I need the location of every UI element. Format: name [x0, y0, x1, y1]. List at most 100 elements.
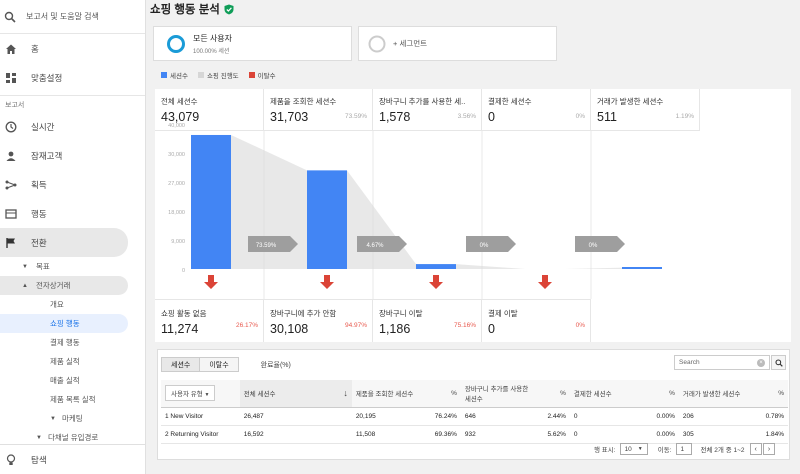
- sidebar-item-behavior[interactable]: 행동: [0, 199, 145, 228]
- sidebar-item-discover[interactable]: 탐색: [0, 444, 145, 474]
- legend-abandon: 쇼핑 진행도: [197, 70, 239, 80]
- tab-exits[interactable]: 이탈수: [200, 357, 239, 372]
- abandon-label: 장바구니 이탈: [379, 309, 423, 318]
- col-pct-2[interactable]: %: [533, 380, 570, 408]
- sidebar-item-product-performance[interactable]: 제품 실적: [0, 352, 145, 371]
- col-pct-4[interactable]: %: [751, 380, 788, 408]
- table-body: 1 New Visitor 26,487 20,195 76.24% 646 2.44% 0…: [161, 407, 788, 444]
- verified-shield-icon: [224, 4, 234, 14]
- segment-ring-icon: [167, 34, 185, 53]
- page-range: 전체 2개 중 1~2: [700, 447, 745, 454]
- table-cell: 26,487: [239, 407, 352, 426]
- sidebar-item-custom[interactable]: 맞춤설정: [0, 63, 145, 92]
- abandon-label: 결제 이탈: [488, 309, 518, 318]
- step-label: 거래가 발생한 세션수: [597, 97, 664, 106]
- user-type-cell[interactable]: 1 New Visitor: [161, 407, 240, 426]
- table-cell: 305: [678, 425, 752, 444]
- sidebar-item-realtime[interactable]: 실시간: [0, 112, 145, 141]
- sidebar-label: 행동: [31, 208, 47, 219]
- sidebar-label: 전자상거래: [35, 281, 71, 290]
- search-button[interactable]: [771, 355, 786, 370]
- tab-sessions[interactable]: 세션수: [161, 357, 201, 372]
- col-add-to-cart[interactable]: 장바구니 추가를 사용한 세션수: [460, 380, 534, 408]
- sidebar-search[interactable]: 보고서 및 도움말 검색: [0, 0, 145, 34]
- user-type-cell[interactable]: 2 Returning Visitor: [161, 425, 240, 444]
- tab-completion-rate[interactable]: 완료율(%): [261, 360, 291, 370]
- table-cell: 0: [569, 407, 643, 426]
- col-label: 전체 세션수: [243, 391, 276, 399]
- sidebar-item-acquisition[interactable]: 획득: [0, 170, 145, 199]
- step-pct: 73.59%: [344, 113, 367, 120]
- table-row[interactable]: 1 New Visitor 26,487 20,195 76.24% 646 2.44% 0…: [161, 407, 788, 426]
- table-cell: 0.78%: [751, 407, 788, 426]
- y-tick-label: 30,000: [168, 152, 185, 158]
- sidebar-item-shopping-behavior[interactable]: 쇼핑 행동: [0, 314, 128, 333]
- progress-arrow-label: 4.67%: [366, 243, 384, 249]
- sidebar-item-ecommerce[interactable]: ▲ 전자상거래: [0, 276, 128, 295]
- step-label: 전체 세션수: [161, 97, 198, 106]
- table-cell: 646: [460, 407, 534, 426]
- pagination: 행 표시: 10 ▼ 이동: 1 전체 2개 중 1~2 ‹ ›: [594, 443, 776, 455]
- sidebar-item-marketing[interactable]: ▼ 마케팅: [0, 409, 145, 428]
- progress-arrow-label: 73.59%: [256, 243, 277, 249]
- sidebar-item-overview[interactable]: 개요: [0, 295, 145, 314]
- abandon-flow: [347, 170, 416, 269]
- col-transactions[interactable]: 거래가 발생한 세션수: [678, 380, 752, 408]
- progress-arrow: [466, 236, 516, 252]
- expand-icon: ▼: [50, 415, 56, 422]
- funnel-abandon: 장바구니 이탈 1,186 75.16%: [373, 299, 482, 342]
- col-label: 사용자 유형: [171, 391, 203, 399]
- sidebar-item-sales-performance[interactable]: 매출 실적: [0, 371, 145, 390]
- sidebar-item-audience[interactable]: 잠재고객: [0, 141, 145, 170]
- add-segment-button[interactable]: + 세그먼트: [358, 26, 557, 61]
- search-icon: [4, 11, 16, 23]
- page-title: 쇼핑 행동 분석: [150, 1, 234, 17]
- sidebar-item-product-list[interactable]: 제품 목록 실적: [0, 390, 145, 409]
- goto-input[interactable]: 1: [675, 443, 692, 455]
- search-input[interactable]: Search ×: [674, 355, 770, 370]
- table-header-row: 사용자 유형 ▼ 전체 세션수 ↓ 제품을 조회한 세션수 % 장바구니 추가를 …: [161, 380, 788, 408]
- segment-all-users[interactable]: 모든 사용자 100.00% 세션: [153, 26, 352, 61]
- abandon-flow: [456, 264, 525, 269]
- rows-select[interactable]: 10 ▼: [619, 443, 648, 455]
- abandon-pct: 94.97%: [344, 322, 367, 329]
- col-checkout[interactable]: 결제한 세션수: [569, 380, 643, 408]
- page-title-text: 쇼핑 행동 분석: [150, 4, 220, 16]
- sidebar: 보고서 및 도움말 검색 홈 맞춤설정 보고서 실시간 잠재고객 획득 행동 전…: [0, 0, 146, 474]
- user-type-select[interactable]: 사용자 유형 ▼: [165, 385, 216, 402]
- table-cell: 1.84%: [751, 425, 788, 444]
- col-user-type[interactable]: 사용자 유형 ▼: [161, 380, 240, 408]
- sidebar-label: 전환: [31, 237, 47, 248]
- abandon-label: 쇼핑 활동 없음: [161, 309, 207, 318]
- sidebar-label: 실시간: [31, 121, 55, 132]
- abandon-pct: 75.16%: [453, 322, 476, 329]
- col-total-sessions[interactable]: 전체 세션수 ↓: [239, 380, 352, 408]
- next-page-button[interactable]: ›: [762, 443, 776, 455]
- y-tick-label: 9,000: [171, 239, 185, 245]
- funnel-abandon: 장바구니에 추가 안함 30,108 94.97%: [264, 299, 373, 342]
- step-label: 장바구니 추가를 사용한 세...: [379, 97, 465, 106]
- prev-page-button[interactable]: ‹: [749, 443, 762, 455]
- table-cell: 0.00%: [642, 425, 679, 444]
- sidebar-item-home[interactable]: 홈: [0, 34, 145, 63]
- sidebar-label: 홈: [31, 43, 39, 54]
- funnel-abandon: 결제 이탈 0 0%: [482, 299, 591, 342]
- sidebar-label: 맞춤설정: [31, 72, 63, 83]
- col-product-view[interactable]: 제품을 조회한 세션수: [351, 380, 425, 408]
- person-icon: [4, 149, 18, 163]
- col-pct-3[interactable]: %: [642, 380, 679, 408]
- clear-icon[interactable]: ×: [757, 358, 765, 367]
- table-row[interactable]: 2 Returning Visitor 16,592 11,508 69.36% 932…: [161, 425, 788, 444]
- collapse-icon: ▲: [22, 282, 28, 289]
- segment-empty-ring-icon: [368, 35, 386, 52]
- sidebar-item-goals[interactable]: ▼ 목표: [0, 257, 145, 276]
- sidebar-item-checkout-behavior[interactable]: 결제 행동: [0, 333, 145, 352]
- progress-arrow-label: 0%: [589, 243, 598, 249]
- search-placeholder: Search: [679, 359, 700, 366]
- legend-swatch: [197, 72, 204, 78]
- progress-arrow-label: 0%: [480, 243, 489, 249]
- sidebar-item-conversions[interactable]: 전환: [0, 228, 128, 257]
- abandon-label: 장바구니에 추가 안함: [270, 309, 337, 318]
- col-pct-1[interactable]: %: [424, 380, 461, 408]
- dashboard-icon: [4, 71, 18, 85]
